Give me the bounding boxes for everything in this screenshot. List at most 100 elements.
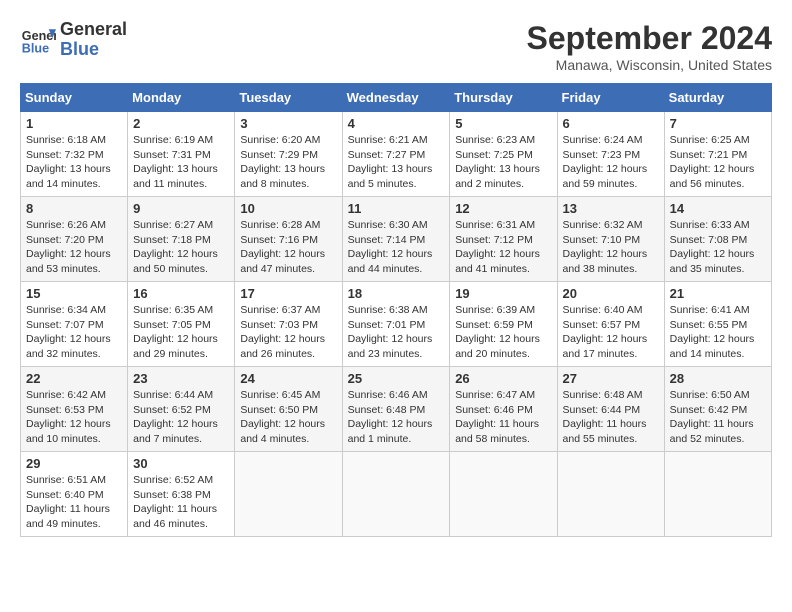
calendar-day-cell [664, 452, 771, 537]
calendar-day-cell: 17Sunrise: 6:37 AM Sunset: 7:03 PM Dayli… [235, 282, 342, 367]
day-info: Sunrise: 6:46 AM Sunset: 6:48 PM Dayligh… [348, 388, 445, 447]
day-info: Sunrise: 6:23 AM Sunset: 7:25 PM Dayligh… [455, 133, 551, 192]
calendar-day-cell: 2 Sunrise: 6:19 AM Sunset: 7:31 PM Daylig… [128, 112, 235, 197]
calendar-day-cell [557, 452, 664, 537]
logo-icon: General Blue [20, 22, 56, 58]
day-number: 1 [26, 116, 122, 131]
calendar-day-cell: 11 Sunrise: 6:30 AM Sunset: 7:14 PM Dayli… [342, 197, 450, 282]
day-info: Sunrise: 6:30 AM Sunset: 7:14 PM Dayligh… [348, 218, 445, 277]
day-info: Sunrise: 6:21 AM Sunset: 7:27 PM Dayligh… [348, 133, 445, 192]
day-info: Sunrise: 6:39 AM Sunset: 6:59 PM Dayligh… [455, 303, 551, 362]
day-info: Sunrise: 6:27 AM Sunset: 7:18 PM Dayligh… [133, 218, 229, 277]
calendar-day-cell: 5 Sunrise: 6:23 AM Sunset: 7:25 PM Daylig… [450, 112, 557, 197]
calendar-day-cell: 8Sunrise: 6:26 AM Sunset: 7:20 PM Daylig… [21, 197, 128, 282]
day-number: 7 [670, 116, 766, 131]
day-info: Sunrise: 6:25 AM Sunset: 7:21 PM Dayligh… [670, 133, 766, 192]
calendar-day-cell [450, 452, 557, 537]
calendar-week-row: 8Sunrise: 6:26 AM Sunset: 7:20 PM Daylig… [21, 197, 772, 282]
day-info: Sunrise: 6:41 AM Sunset: 6:55 PM Dayligh… [670, 303, 766, 362]
day-number: 10 [240, 201, 336, 216]
day-info: Sunrise: 6:40 AM Sunset: 6:57 PM Dayligh… [563, 303, 659, 362]
weekday-header-cell: Thursday [450, 84, 557, 112]
calendar-day-cell: 28 Sunrise: 6:50 AM Sunset: 6:42 PM Dayli… [664, 367, 771, 452]
calendar-day-cell: 13Sunrise: 6:32 AM Sunset: 7:10 PM Dayli… [557, 197, 664, 282]
logo-line2: Blue [60, 40, 127, 60]
day-info: Sunrise: 6:18 AM Sunset: 7:32 PM Dayligh… [26, 133, 122, 192]
calendar-day-cell: 15 Sunrise: 6:34 AM Sunset: 7:07 PM Dayli… [21, 282, 128, 367]
calendar-day-cell: 9 Sunrise: 6:27 AM Sunset: 7:18 PM Daylig… [128, 197, 235, 282]
calendar-week-row: 15 Sunrise: 6:34 AM Sunset: 7:07 PM Dayli… [21, 282, 772, 367]
day-info: Sunrise: 6:48 AM Sunset: 6:44 PM Dayligh… [563, 388, 659, 447]
day-number: 6 [563, 116, 659, 131]
day-number: 22 [26, 371, 122, 386]
day-number: 23 [133, 371, 229, 386]
day-number: 29 [26, 456, 122, 471]
day-number: 26 [455, 371, 551, 386]
weekday-header-cell: Saturday [664, 84, 771, 112]
day-number: 25 [348, 371, 445, 386]
day-number: 11 [348, 201, 445, 216]
day-number: 2 [133, 116, 229, 131]
day-info: Sunrise: 6:28 AM Sunset: 7:16 PM Dayligh… [240, 218, 336, 277]
day-number: 18 [348, 286, 445, 301]
day-info: Sunrise: 6:38 AM Sunset: 7:01 PM Dayligh… [348, 303, 445, 362]
day-number: 15 [26, 286, 122, 301]
day-info: Sunrise: 6:44 AM Sunset: 6:52 PM Dayligh… [133, 388, 229, 447]
logo-line1: General [60, 20, 127, 40]
day-info: Sunrise: 6:50 AM Sunset: 6:42 PM Dayligh… [670, 388, 766, 447]
day-info: Sunrise: 6:33 AM Sunset: 7:08 PM Dayligh… [670, 218, 766, 277]
day-number: 30 [133, 456, 229, 471]
day-info: Sunrise: 6:42 AM Sunset: 6:53 PM Dayligh… [26, 388, 122, 447]
day-info: Sunrise: 6:31 AM Sunset: 7:12 PM Dayligh… [455, 218, 551, 277]
weekday-header: SundayMondayTuesdayWednesdayThursdayFrid… [21, 84, 772, 112]
day-number: 3 [240, 116, 336, 131]
calendar-day-cell: 1 Sunrise: 6:18 AM Sunset: 7:32 PM Daylig… [21, 112, 128, 197]
calendar-week-row: 1 Sunrise: 6:18 AM Sunset: 7:32 PM Daylig… [21, 112, 772, 197]
day-number: 16 [133, 286, 229, 301]
weekday-header-cell: Sunday [21, 84, 128, 112]
day-info: Sunrise: 6:24 AM Sunset: 7:23 PM Dayligh… [563, 133, 659, 192]
weekday-header-cell: Tuesday [235, 84, 342, 112]
day-info: Sunrise: 6:35 AM Sunset: 7:05 PM Dayligh… [133, 303, 229, 362]
day-number: 13 [563, 201, 659, 216]
weekday-header-cell: Monday [128, 84, 235, 112]
calendar-day-cell: 24Sunrise: 6:45 AM Sunset: 6:50 PM Dayli… [235, 367, 342, 452]
day-number: 4 [348, 116, 445, 131]
title-area: September 2024 Manawa, Wisconsin, United… [527, 20, 772, 73]
day-number: 14 [670, 201, 766, 216]
day-number: 17 [240, 286, 336, 301]
svg-text:Blue: Blue [22, 41, 49, 55]
day-info: Sunrise: 6:26 AM Sunset: 7:20 PM Dayligh… [26, 218, 122, 277]
calendar-week-row: 22 Sunrise: 6:42 AM Sunset: 6:53 PM Dayli… [21, 367, 772, 452]
calendar-day-cell: 6 Sunrise: 6:24 AM Sunset: 7:23 PM Daylig… [557, 112, 664, 197]
day-number: 20 [563, 286, 659, 301]
calendar-day-cell [342, 452, 450, 537]
calendar-body: 1 Sunrise: 6:18 AM Sunset: 7:32 PM Daylig… [21, 112, 772, 537]
day-number: 12 [455, 201, 551, 216]
calendar-day-cell: 29 Sunrise: 6:51 AM Sunset: 6:40 PM Dayli… [21, 452, 128, 537]
day-info: Sunrise: 6:19 AM Sunset: 7:31 PM Dayligh… [133, 133, 229, 192]
calendar-day-cell: 26Sunrise: 6:47 AM Sunset: 6:46 PM Dayli… [450, 367, 557, 452]
logo: General Blue General Blue [20, 20, 127, 60]
day-number: 28 [670, 371, 766, 386]
day-number: 21 [670, 286, 766, 301]
day-info: Sunrise: 6:45 AM Sunset: 6:50 PM Dayligh… [240, 388, 336, 447]
day-info: Sunrise: 6:34 AM Sunset: 7:07 PM Dayligh… [26, 303, 122, 362]
calendar-day-cell: 3Sunrise: 6:20 AM Sunset: 7:29 PM Daylig… [235, 112, 342, 197]
header: General Blue General Blue September 2024… [20, 20, 772, 73]
day-info: Sunrise: 6:51 AM Sunset: 6:40 PM Dayligh… [26, 473, 122, 532]
calendar-day-cell: 4 Sunrise: 6:21 AM Sunset: 7:27 PM Daylig… [342, 112, 450, 197]
weekday-header-cell: Wednesday [342, 84, 450, 112]
calendar-day-cell: 16 Sunrise: 6:35 AM Sunset: 7:05 PM Dayli… [128, 282, 235, 367]
month-title: September 2024 [527, 20, 772, 57]
calendar-day-cell: 18 Sunrise: 6:38 AM Sunset: 7:01 PM Dayli… [342, 282, 450, 367]
day-number: 5 [455, 116, 551, 131]
calendar-day-cell: 20 Sunrise: 6:40 AM Sunset: 6:57 PM Dayli… [557, 282, 664, 367]
calendar-day-cell: 14 Sunrise: 6:33 AM Sunset: 7:08 PM Dayli… [664, 197, 771, 282]
calendar-day-cell: 10 Sunrise: 6:28 AM Sunset: 7:16 PM Dayli… [235, 197, 342, 282]
calendar-week-row: 29 Sunrise: 6:51 AM Sunset: 6:40 PM Dayli… [21, 452, 772, 537]
day-number: 9 [133, 201, 229, 216]
calendar-day-cell: 19 Sunrise: 6:39 AM Sunset: 6:59 PM Dayli… [450, 282, 557, 367]
day-number: 19 [455, 286, 551, 301]
location-title: Manawa, Wisconsin, United States [527, 57, 772, 73]
